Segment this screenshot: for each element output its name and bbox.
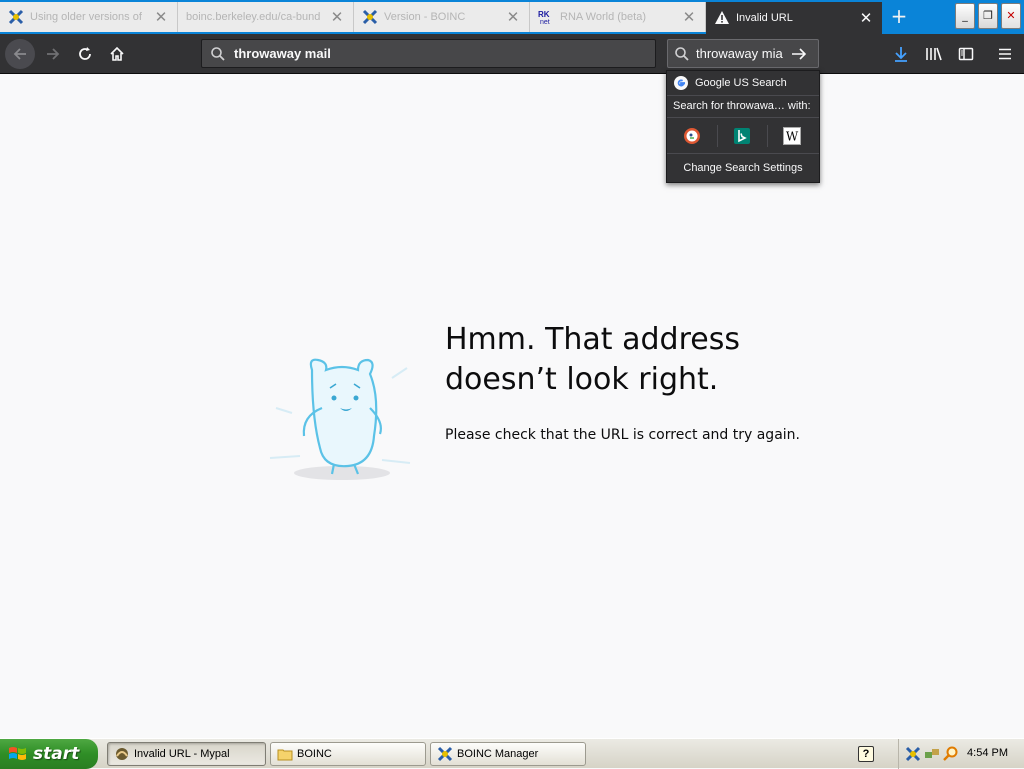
error-title-line1: Hmm. That address [445,322,740,357]
change-search-settings-label: Change Search Settings [683,162,803,174]
error-title: Hmm. That address doesn’t look right. [445,320,865,400]
google-icon [674,76,688,90]
close-icon[interactable]: ✕ [329,9,345,25]
windows-taskbar: start Invalid URL - Mypal BOINC BOINC Ma… [0,738,1024,769]
change-search-settings-button[interactable]: Change Search Settings [667,155,819,181]
svg-text:RK: RK [538,10,550,19]
svg-text:W: W [786,130,799,144]
taskbar-clock: 4:54 PM [967,747,1008,759]
default-engine-label: Google US Search [695,77,787,89]
windows-logo-icon [9,747,26,760]
error-description: Please check that the URL is correct and… [445,427,800,443]
home-icon [110,46,124,61]
svg-text:net: net [540,19,550,25]
mypal-icon [116,748,128,760]
default-engine-row[interactable]: Google US Search [667,73,819,93]
popup-divider [667,153,819,154]
restore-button[interactable]: ❐ [978,3,998,29]
bing-engine-button[interactable] [718,123,766,149]
search-tray-icon[interactable] [943,746,959,762]
folder-icon [277,749,293,761]
boinc-icon [8,9,24,25]
search-icon [675,46,689,61]
duckduckgo-icon [684,128,700,144]
warning-icon [715,11,729,24]
back-button[interactable] [5,39,35,69]
wikipedia-icon: W [783,127,801,145]
arrow-right-icon [47,48,60,60]
library-button[interactable] [919,39,949,69]
reload-icon [79,47,91,60]
url-text: throwaway mail [234,46,331,61]
task-boinc-folder[interactable]: BOINC [270,742,426,766]
start-label: start [33,744,80,764]
forward-button[interactable] [38,39,68,69]
duckduckgo-engine-button[interactable] [668,123,716,149]
downloads-button[interactable] [886,39,916,69]
search-for-label-row: Search for throwawa… with: [667,97,819,115]
minimize-button[interactable]: _ [955,3,975,29]
close-window-button[interactable]: ✕ [1001,3,1021,29]
search-icon [211,46,225,61]
error-title-line2: doesn’t look right. [445,362,719,397]
rknet-icon: RK net [538,10,550,25]
boinc-icon [362,9,378,25]
reload-button[interactable] [70,39,100,69]
home-button[interactable] [102,39,132,69]
hamster-illustration [269,358,411,480]
tab-title: Version - BOINC [384,11,466,23]
close-icon[interactable]: ✕ [858,10,874,26]
bing-icon [734,128,750,144]
download-icon [895,47,907,62]
tab-title: Invalid URL [736,12,793,24]
nav-toolbar: throwaway mail [0,34,1024,74]
hamburger-icon [999,48,1011,60]
sidebar-icon [958,47,974,61]
start-button[interactable]: start [0,739,98,769]
tab-strip: Using older versions of ✕ boinc.berkeley… [0,0,1024,34]
tab-rna-world[interactable]: RK net RNA World (beta) ✕ [530,2,706,32]
tab-boinc-berkeley[interactable]: boinc.berkeley.edu/ca-bund ✕ [178,2,354,32]
search-go-icon[interactable] [790,46,808,62]
arrow-left-icon [13,48,26,60]
popup-divider [667,95,819,96]
close-icon[interactable]: ✕ [681,9,697,25]
search-for-label: Search for throwawa… with: [673,100,811,112]
sidebar-button[interactable] [951,39,981,69]
library-icon [926,47,942,61]
network-tray-icon[interactable] [924,746,940,762]
tab-invalid-url[interactable]: Invalid URL ✕ [706,2,882,34]
task-label: Invalid URL - Mypal [134,748,230,760]
popup-divider [667,117,819,118]
search-bar[interactable] [667,39,819,68]
task-invalid-url-mypal[interactable]: Invalid URL - Mypal [107,742,266,766]
search-suggestions-popup: Google US Search Search for throwawa… wi… [666,70,820,183]
wikipedia-engine-button[interactable]: W [768,123,816,149]
menu-button[interactable] [990,39,1020,69]
boinc-icon [437,746,453,762]
tab-using-older-versions[interactable]: Using older versions of ✕ [0,2,178,32]
task-label: BOINC Manager [457,748,539,760]
tab-title: RNA World (beta) [560,11,646,23]
tab-version-boinc[interactable]: Version - BOINC ✕ [354,2,530,32]
tab-title: boinc.berkeley.edu/ca-bund [186,11,321,23]
task-boinc-manager[interactable]: BOINC Manager [430,742,586,766]
boinc-tray-icon[interactable] [905,746,921,762]
close-icon[interactable]: ✕ [153,9,169,25]
task-label: BOINC [297,748,332,760]
new-tab-button[interactable]: + [884,2,914,32]
help-icon[interactable]: ? [858,746,874,762]
close-icon[interactable]: ✕ [505,9,521,25]
search-input[interactable] [696,46,790,61]
url-bar[interactable]: throwaway mail [201,39,656,68]
tab-title: Using older versions of [30,11,142,23]
